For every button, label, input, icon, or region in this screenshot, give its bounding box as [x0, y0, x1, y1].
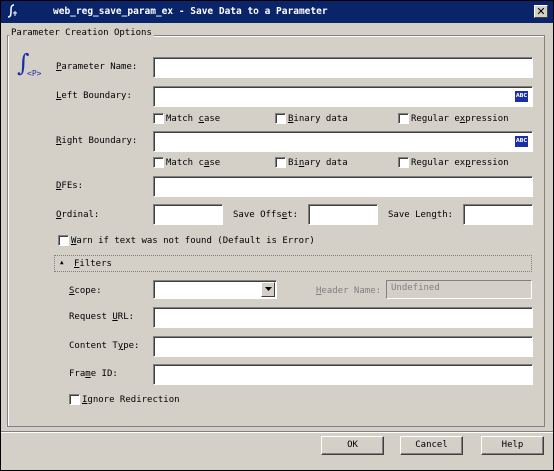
button-separator: [1, 431, 553, 433]
content-type-input[interactable]: [153, 336, 533, 357]
filters-toggle[interactable]: ▲ Filters: [54, 255, 532, 272]
frame-id-input[interactable]: [153, 364, 533, 385]
right-boundary-label: Right Boundary:: [56, 136, 138, 146]
left-binary-data-checkbox[interactable]: [275, 113, 286, 124]
header-name-label: Header Name:: [316, 286, 382, 296]
save-offset-input[interactable]: [308, 204, 378, 225]
scope-label: Scope:: [69, 286, 102, 296]
abc-text-icon[interactable]: ABC: [515, 136, 528, 147]
warn-not-found-checkbox[interactable]: [58, 235, 69, 246]
dfes-label: DFEs:: [56, 181, 84, 191]
help-button[interactable]: Help: [481, 436, 544, 455]
ordinal-label: Ordinal:: [56, 210, 100, 220]
param-sub-glyph: <P>: [27, 69, 42, 78]
filters-label: Filters: [74, 259, 112, 269]
window-title: web_reg_save_param_ex - Save Data to a P…: [53, 6, 328, 17]
scope-dropdown[interactable]: [153, 280, 277, 299]
group-legend: Parameter Creation Options: [9, 28, 154, 38]
ok-button[interactable]: OK: [321, 436, 384, 455]
right-match-case-checkbox[interactable]: [153, 157, 164, 168]
header-name-input: Undefined: [386, 280, 532, 299]
parameter-name-input[interactable]: [153, 57, 533, 78]
function-icon: [7, 4, 17, 18]
right-match-case-label: Match case: [166, 158, 221, 168]
dialog-window: web_reg_save_param_ex - Save Data to a P…: [0, 0, 554, 471]
dropdown-arrow[interactable]: [261, 282, 275, 297]
cancel-button[interactable]: Cancel: [400, 436, 463, 455]
title-bar[interactable]: web_reg_save_param_ex - Save Data to a P…: [1, 1, 553, 23]
ignore-redirection-checkbox[interactable]: [69, 394, 80, 405]
left-boundary-input[interactable]: ABC: [153, 86, 533, 107]
save-length-input[interactable]: [463, 204, 533, 225]
right-binary-data-label: Binary data: [288, 158, 348, 168]
chevron-up-icon: ▲: [60, 259, 64, 266]
right-boundary-input[interactable]: ABC: [153, 131, 533, 152]
parameter-icon: ∫ <P>: [17, 49, 47, 83]
dfes-input[interactable]: [153, 176, 533, 197]
request-url-label: Request URL:: [69, 312, 135, 322]
parameter-name-label: Parameter Name:: [56, 62, 138, 72]
left-match-case-checkbox[interactable]: [153, 113, 164, 124]
abc-text-icon[interactable]: ABC: [515, 91, 528, 102]
save-offset-label: Save Offset:: [233, 210, 299, 220]
left-match-case-label: Match case: [166, 114, 221, 124]
left-boundary-label: Left Boundary:: [56, 91, 132, 101]
left-regex-label: Regular expression: [411, 114, 509, 124]
warn-not-found-label: Warn if text was not found (Default is E…: [71, 236, 315, 246]
close-button[interactable]: ✕: [534, 5, 548, 18]
save-length-label: Save Length:: [388, 210, 454, 220]
right-regex-checkbox[interactable]: [398, 157, 409, 168]
right-regex-label: Regular expression: [411, 158, 509, 168]
ignore-redirection-label: Ignore Redirection: [82, 395, 180, 405]
ordinal-input[interactable]: [153, 204, 223, 225]
left-binary-data-label: Binary data: [288, 114, 348, 124]
chevron-down-icon: [264, 287, 272, 291]
request-url-input[interactable]: [153, 307, 533, 328]
frame-id-label: Frame ID:: [69, 369, 118, 379]
close-icon: ✕: [536, 5, 546, 18]
right-binary-data-checkbox[interactable]: [275, 157, 286, 168]
content-type-label: Content Type:: [69, 341, 140, 351]
left-regex-checkbox[interactable]: [398, 113, 409, 124]
